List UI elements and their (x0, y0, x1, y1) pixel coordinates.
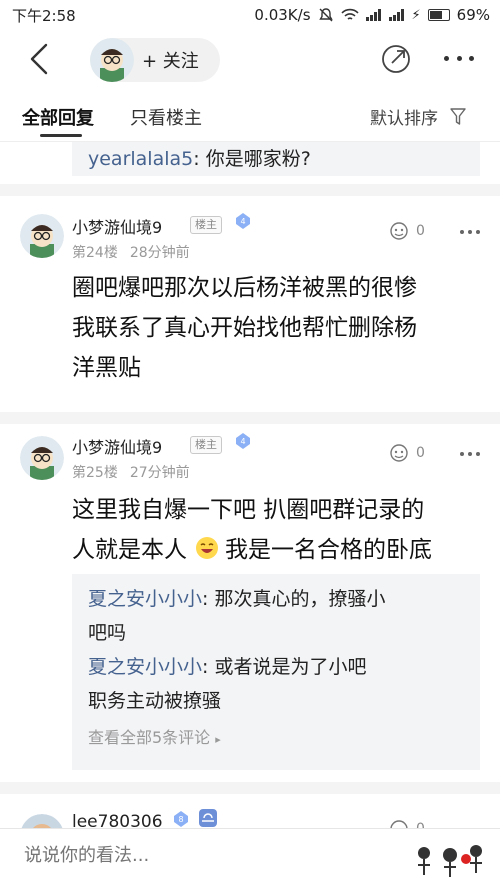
username[interactable]: lee780306 (72, 812, 163, 828)
content-line: 圈吧爆吧那次以后杨洋被黑的很惨 (72, 275, 417, 301)
like-icon (390, 222, 408, 240)
content-text: 我是一名合格的卧底 (225, 537, 432, 563)
active-tab-indicator (40, 134, 82, 137)
share-icon[interactable] (380, 43, 412, 75)
post-meta: 第24楼 28分钟前 (72, 242, 190, 262)
sub-reply[interactable]: yearlalala5: 你是哪家粉? (72, 142, 480, 176)
comment-bar (0, 828, 500, 888)
battery-icon (427, 9, 450, 21)
comment-input[interactable] (24, 845, 384, 866)
post-floor-25: 小梦游仙境9 楼主 4 第25楼 27分钟前 0 这里我自爆一下吧 扒圈吧群记录的… (0, 424, 500, 574)
reply-text: 吧吗 (88, 622, 127, 644)
reply-text: : 那次真心的，撩骚小 (202, 588, 386, 610)
follow-label: + 关注 (142, 51, 199, 72)
chevron-right-icon: ▸ (215, 733, 221, 746)
tab-all-replies[interactable]: 全部回复 (22, 104, 94, 130)
content-text: 人就是本人 (72, 537, 187, 563)
reply-author[interactable]: 夏之安小小小 (88, 588, 202, 610)
post-more-icon[interactable] (460, 230, 480, 236)
content-line: 人就是本人 我是一名合格的卧底 (72, 530, 482, 570)
username[interactable]: 小梦游仙境9 (72, 214, 162, 238)
level-badge-icon: 4 (236, 433, 250, 449)
more-icon[interactable] (444, 56, 474, 62)
like-button[interactable]: 0 (388, 220, 428, 242)
avatar[interactable] (20, 214, 64, 258)
reply-tabs: 全部回复 只看楼主 默认排序 (0, 90, 500, 142)
divider (0, 184, 500, 196)
charging-icon: ⚡ (411, 7, 421, 23)
signal-icon (365, 9, 381, 21)
reply-author[interactable]: yearlalala5 (88, 148, 193, 170)
signal-icon (388, 9, 404, 21)
floor-number: 第24楼 (72, 245, 118, 261)
view-all-comments-link[interactable]: 查看全部5条评论 ▸ (88, 724, 464, 748)
content-line: 洋黑贴 (72, 355, 141, 381)
sub-reply[interactable]: 夏之安小小小: 那次真心的，撩骚小 (88, 582, 464, 616)
sub-reply[interactable]: 夏之安小小小: 或者说是为了小吧 (88, 650, 464, 684)
author-avatar[interactable] (90, 38, 134, 82)
like-count: 0 (416, 821, 425, 828)
status-icons: 0.03K/s ⚡ 69% (254, 6, 490, 24)
sort-label: 默认排序 (370, 109, 438, 129)
network-speed: 0.03K/s (254, 6, 311, 24)
post-time: 27分钟前 (129, 465, 190, 481)
laughing-emoji-icon (196, 537, 218, 559)
owner-badge: 楼主 (190, 216, 222, 234)
floor-number: 第25楼 (72, 465, 118, 481)
level-number: 8 (178, 815, 183, 824)
avatar[interactable] (20, 436, 64, 480)
like-button[interactable]: 0 (388, 818, 428, 828)
owner-badge: 楼主 (190, 436, 222, 454)
sub-replies: 夏之安小小小: 那次真心的，撩骚小 吧吗 夏之安小小小: 或者说是为了小吧 职务… (72, 574, 480, 770)
like-count: 0 (416, 445, 425, 461)
back-icon[interactable] (28, 42, 50, 76)
reply-text: 职务主动被撩骚 (88, 690, 222, 712)
like-icon (390, 444, 408, 462)
divider (0, 782, 500, 794)
reply-text: : 或者说是为了小吧 (202, 656, 367, 678)
post-content: 这里我自爆一下吧 扒圈吧群记录的 人就是本人 我是一名合格的卧底 (72, 490, 482, 570)
like-icon (390, 820, 408, 828)
level-number: 4 (240, 217, 245, 226)
divider (0, 412, 500, 424)
content-line: 这里我自爆一下吧 扒圈吧群记录的 (72, 497, 425, 523)
filter-icon (450, 107, 466, 125)
post-time: 28分钟前 (129, 245, 190, 261)
status-bar: 下午2:58 0.03K/s ⚡ 69% (0, 0, 500, 30)
tab-owner-only[interactable]: 只看楼主 (130, 104, 202, 130)
post-floor-24: 小梦游仙境9 楼主 4 第24楼 28分钟前 0 圈吧爆吧那次以后杨洋被黑的很惨 … (0, 196, 500, 418)
view-all-label: 查看全部5条评论 (88, 728, 211, 747)
like-count: 0 (416, 223, 425, 239)
status-time: 下午2:58 (12, 6, 76, 25)
reply-author[interactable]: 夏之安小小小 (88, 656, 202, 678)
post-meta: 第25楼 27分钟前 (72, 462, 190, 482)
post-content: 圈吧爆吧那次以后杨洋被黑的很惨 我联系了真心开始找他帮忙删除杨 洋黑贴 (72, 268, 482, 388)
top-bar: + 关注 (0, 30, 500, 88)
follow-button[interactable]: + 关注 (90, 38, 220, 82)
level-badge-icon: 8 (174, 811, 188, 827)
level-number: 4 (240, 437, 245, 446)
avatar[interactable] (20, 814, 64, 828)
post-more-icon[interactable] (460, 452, 480, 458)
post-next: lee780306 8 0 (0, 794, 500, 828)
zodiac-libra-icon (199, 809, 217, 827)
sort-button[interactable]: 默认排序 (370, 104, 466, 129)
level-badge-icon: 4 (236, 213, 250, 229)
mute-icon (318, 8, 333, 22)
battery-percent: 69% (456, 6, 490, 24)
wifi-icon (340, 8, 359, 20)
reply-text: : 你是哪家粉? (193, 148, 311, 170)
username[interactable]: 小梦游仙境9 (72, 434, 162, 458)
content-line: 我联系了真心开始找他帮忙删除杨 (72, 315, 417, 341)
sticker-icon[interactable] (410, 839, 496, 883)
like-button[interactable]: 0 (388, 442, 428, 464)
